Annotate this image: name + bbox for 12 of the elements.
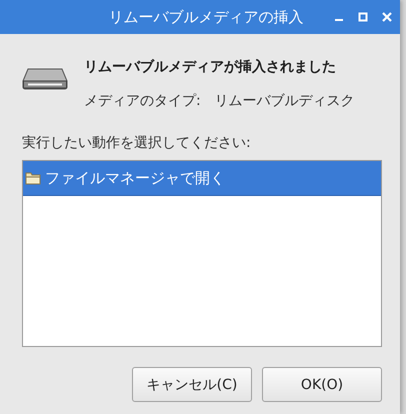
media-type-label: メディアのタイプ: [84, 92, 201, 110]
folder-icon [25, 171, 41, 185]
dialog-button[interactable]: OK(O) [262, 367, 382, 402]
prompt-text: 実行したい動作を選択してください: [22, 134, 252, 152]
dialog-button[interactable]: キャンセル(C) [132, 367, 252, 402]
window-title: リムーバブルメディアの挿入 [108, 8, 304, 26]
action-item[interactable]: ファイルマネージャで開く [23, 161, 381, 196]
drive-icon [22, 68, 68, 90]
close-icon[interactable] [382, 12, 392, 22]
dialog-heading: リムーバブルメディアが挿入されました [84, 58, 337, 76]
media-type-value: リムーバブルディスク [214, 92, 355, 110]
maximize-icon[interactable] [358, 12, 368, 22]
